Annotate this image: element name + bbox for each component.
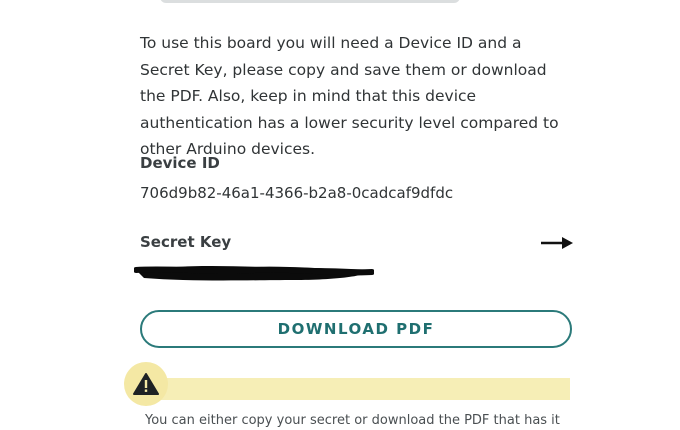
warning-icon-badge [124, 362, 168, 406]
download-pdf-button[interactable]: DOWNLOAD PDF [140, 310, 572, 348]
device-id-value: 706d9b82-46a1-4366-b2a8-0cadcaf9dfdc [140, 184, 454, 202]
arrow-right-icon [541, 237, 573, 249]
intro-text: To use this board you will need a Device… [140, 34, 559, 158]
warning-triangle-icon [133, 373, 159, 395]
warning-banner [140, 378, 570, 400]
secret-key-redaction [134, 266, 374, 281]
heading-cut-off [160, 0, 460, 3]
device-id-label: Device ID [140, 154, 220, 172]
secret-key-label: Secret Key [140, 233, 232, 251]
warning-text: You can either copy your secret or downl… [145, 413, 560, 428]
